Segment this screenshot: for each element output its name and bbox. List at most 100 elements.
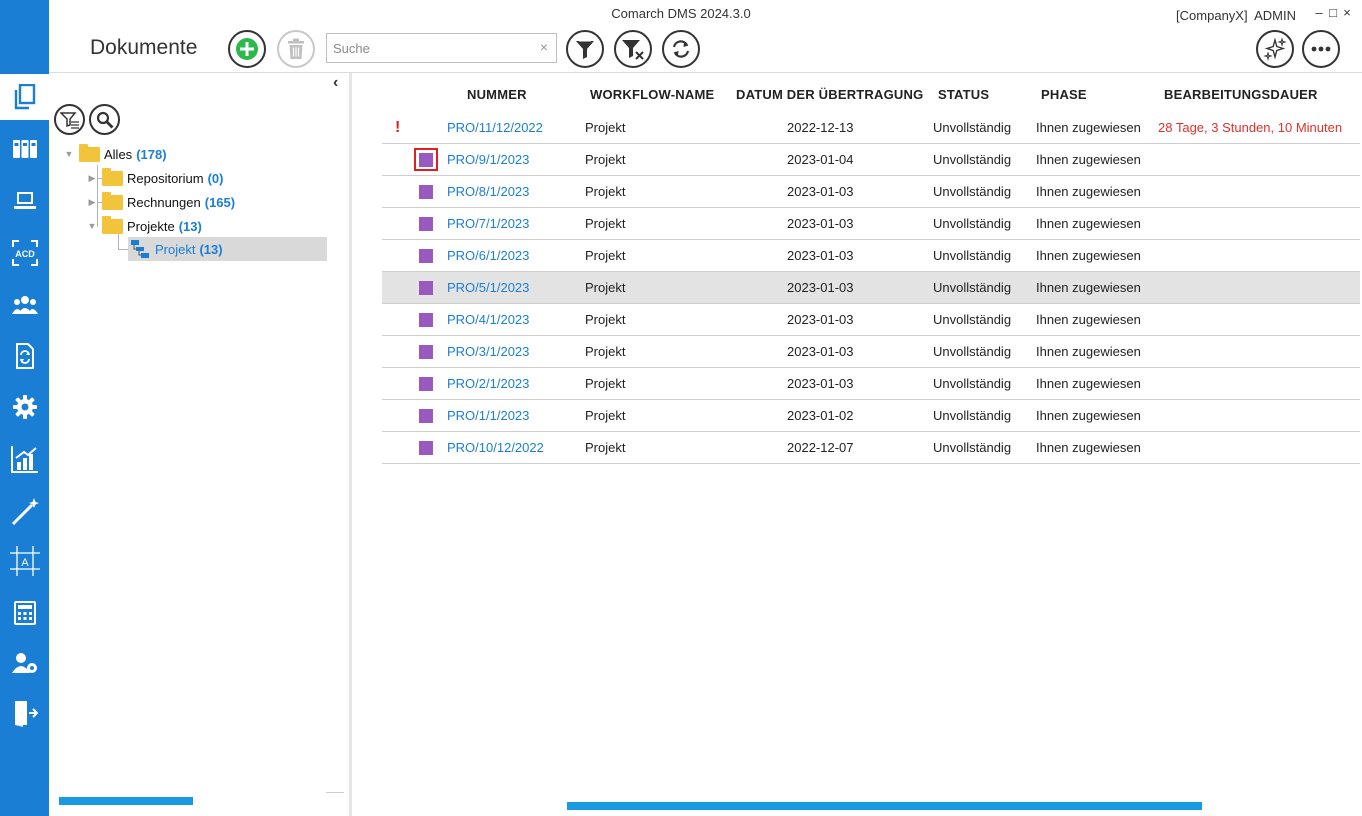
- transfer-date-cell: 2023-01-02: [787, 408, 854, 423]
- tree-node-label: Repositorium: [127, 170, 204, 186]
- table-row[interactable]: PRO/3/1/2023 Projekt 2023-01-03 Unvollständ…: [382, 336, 1360, 368]
- nav-magic-wand-icon[interactable]: [0, 488, 49, 534]
- document-number-link[interactable]: PRO/8/1/2023: [447, 176, 529, 207]
- workflow-name-cell: Projekt: [585, 440, 626, 455]
- phase-cell: Ihnen zugewiesen: [1036, 376, 1141, 391]
- table-row[interactable]: PRO/4/1/2023 Projekt 2023-01-03 Unvollständ…: [382, 304, 1360, 336]
- nav-workstation-icon[interactable]: [0, 178, 49, 224]
- svg-text:A: A: [21, 557, 29, 569]
- tree-collapsed-icon[interactable]: ▶: [86, 173, 98, 184]
- phase-cell: Ihnen zugewiesen: [1036, 344, 1141, 359]
- tree-node-repository[interactable]: ▶ Repositorium (0): [86, 167, 223, 189]
- document-number-link[interactable]: PRO/6/1/2023: [447, 240, 529, 271]
- nav-template-designer-icon[interactable]: A: [0, 538, 49, 584]
- workflow-name-cell: Projekt: [585, 248, 626, 263]
- collapse-panel-icon[interactable]: ‹: [333, 74, 338, 92]
- grid-horizontal-scrollbar[interactable]: [567, 802, 1202, 810]
- document-number-link[interactable]: PRO/5/1/2023: [447, 272, 529, 303]
- maximize-button[interactable]: □: [1326, 5, 1340, 20]
- tree-node-label: Rechnungen: [127, 194, 201, 210]
- column-header-date[interactable]: DATUM DER ÜBERTRAGUNG: [736, 87, 923, 102]
- search-field[interactable]: ×: [326, 33, 557, 63]
- nav-reports-chart-icon[interactable]: [0, 436, 49, 482]
- tree-collapsed-icon[interactable]: ▶: [86, 197, 98, 208]
- search-input[interactable]: [327, 34, 527, 62]
- status-cell: Unvollständig: [933, 120, 1012, 135]
- column-header-number[interactable]: NUMMER: [467, 87, 527, 102]
- tree-node-invoices[interactable]: ▶ Rechnungen (165): [86, 191, 235, 213]
- more-options-button[interactable]: [1302, 30, 1340, 68]
- add-document-button[interactable]: [228, 30, 266, 68]
- search-clear-icon[interactable]: ×: [540, 39, 548, 55]
- document-number-link[interactable]: PRO/2/1/2023: [447, 368, 529, 399]
- tree-expanded-icon[interactable]: ▼: [86, 221, 98, 231]
- priority-flag-icon: !: [395, 119, 401, 136]
- table-row[interactable]: PRO/8/1/2023 Projekt 2023-01-03 Unvollständ…: [382, 176, 1360, 208]
- nav-document-sync-icon[interactable]: [0, 333, 49, 379]
- nav-settings-gear-icon[interactable]: [0, 384, 49, 430]
- table-row[interactable]: PRO/2/1/2023 Projekt 2023-01-03 Unvollständ…: [382, 368, 1360, 400]
- phase-cell: Ihnen zugewiesen: [1036, 312, 1141, 327]
- refresh-button[interactable]: [662, 30, 700, 68]
- workflow-name-cell: Projekt: [585, 344, 626, 359]
- tree-horizontal-scrollbar[interactable]: [59, 797, 193, 805]
- document-number-link[interactable]: PRO/1/1/2023: [447, 400, 529, 431]
- delete-button[interactable]: [277, 30, 315, 68]
- document-number-link[interactable]: PRO/10/12/2022: [447, 432, 544, 463]
- transfer-date-cell: 2023-01-03: [787, 216, 854, 231]
- tree-search-button[interactable]: [89, 104, 120, 135]
- main-nav: ACD A: [0, 0, 50, 816]
- table-row[interactable]: PRO/10/12/2022 Projekt 2022-12-07 Unvollstä…: [382, 432, 1360, 464]
- column-header-duration[interactable]: BEARBEITUNGSDAUER: [1164, 87, 1318, 102]
- minimize-button[interactable]: –: [1312, 5, 1326, 20]
- table-row[interactable]: PRO/6/1/2023 Projekt 2023-01-03 Unvollständ…: [382, 240, 1360, 272]
- tree-node-count: (165): [204, 194, 236, 210]
- ai-assistant-button[interactable]: [1256, 30, 1294, 68]
- tree-node-projects[interactable]: ▼ Projekte (13): [86, 215, 202, 237]
- nav-logout-icon[interactable]: [0, 690, 49, 736]
- column-header-phase[interactable]: PHASE: [1041, 87, 1087, 102]
- tree-workflow-filter-button[interactable]: [54, 104, 85, 135]
- refresh-icon: [672, 40, 690, 58]
- phase-cell: Ihnen zugewiesen: [1036, 248, 1141, 263]
- nav-repository-icon[interactable]: [0, 126, 49, 172]
- table-row[interactable]: PRO/7/1/2023 Projekt 2023-01-03 Unvollständ…: [382, 208, 1360, 240]
- nav-calculator-icon[interactable]: [0, 590, 49, 636]
- clear-filter-button[interactable]: [614, 30, 652, 68]
- table-row[interactable]: ! PRO/11/12/2022 Projekt 2022-12-13 Unvollst…: [382, 112, 1360, 144]
- folder-icon: [102, 215, 123, 234]
- tree-node-project-workflow[interactable]: Projekt (13): [131, 238, 223, 260]
- tree-node-all[interactable]: ▼ Alles (178): [63, 143, 167, 165]
- user-name: ADMIN: [1254, 8, 1296, 23]
- table-row[interactable]: PRO/1/1/2023 Projekt 2023-01-02 Unvollständ…: [382, 400, 1360, 432]
- nav-users-group-icon[interactable]: [0, 282, 49, 328]
- column-header-status[interactable]: STATUS: [938, 87, 989, 102]
- workflow-name-cell: Projekt: [585, 376, 626, 391]
- tree-node-count: (13): [199, 241, 223, 257]
- document-number-link[interactable]: PRO/9/1/2023: [447, 144, 529, 175]
- tree-expanded-icon[interactable]: ▼: [63, 149, 75, 159]
- tree-node-count: (0): [207, 170, 224, 186]
- more-dots-icon: [1311, 46, 1331, 52]
- nav-documents-icon[interactable]: [0, 74, 50, 120]
- nav-ocr-acd-icon[interactable]: ACD: [0, 230, 49, 276]
- document-number-link[interactable]: PRO/11/12/2022: [447, 112, 543, 143]
- nav-user-settings-icon[interactable]: [0, 640, 49, 686]
- status-cell: Unvollständig: [933, 184, 1012, 199]
- svg-text:ACD: ACD: [15, 249, 35, 259]
- close-button[interactable]: ×: [1340, 5, 1354, 20]
- workflow-name-cell: Projekt: [585, 152, 626, 167]
- filter-button[interactable]: [566, 30, 604, 68]
- column-header-workflow[interactable]: WORKFLOW-NAME: [590, 87, 714, 102]
- table-row[interactable]: PRO/5/1/2023 Projekt 2023-01-03 Unvollständ…: [382, 272, 1360, 304]
- document-number-link[interactable]: PRO/3/1/2023: [447, 336, 529, 367]
- document-number-link[interactable]: PRO/4/1/2023: [447, 304, 529, 335]
- workflow-name-cell: Projekt: [585, 184, 626, 199]
- document-number-link[interactable]: PRO/7/1/2023: [447, 208, 529, 239]
- user-info: [CompanyX] ADMIN: [1176, 8, 1296, 23]
- folder-icon: [79, 143, 100, 162]
- documents-grid: NUMMER WORKFLOW-NAME DATUM DER ÜBERTRAGU…: [352, 73, 1362, 816]
- table-row[interactable]: PRO/9/1/2023 Projekt 2023-01-04 Unvollständ…: [382, 144, 1360, 176]
- status-cell: Unvollständig: [933, 440, 1012, 455]
- transfer-date-cell: 2023-01-03: [787, 184, 854, 199]
